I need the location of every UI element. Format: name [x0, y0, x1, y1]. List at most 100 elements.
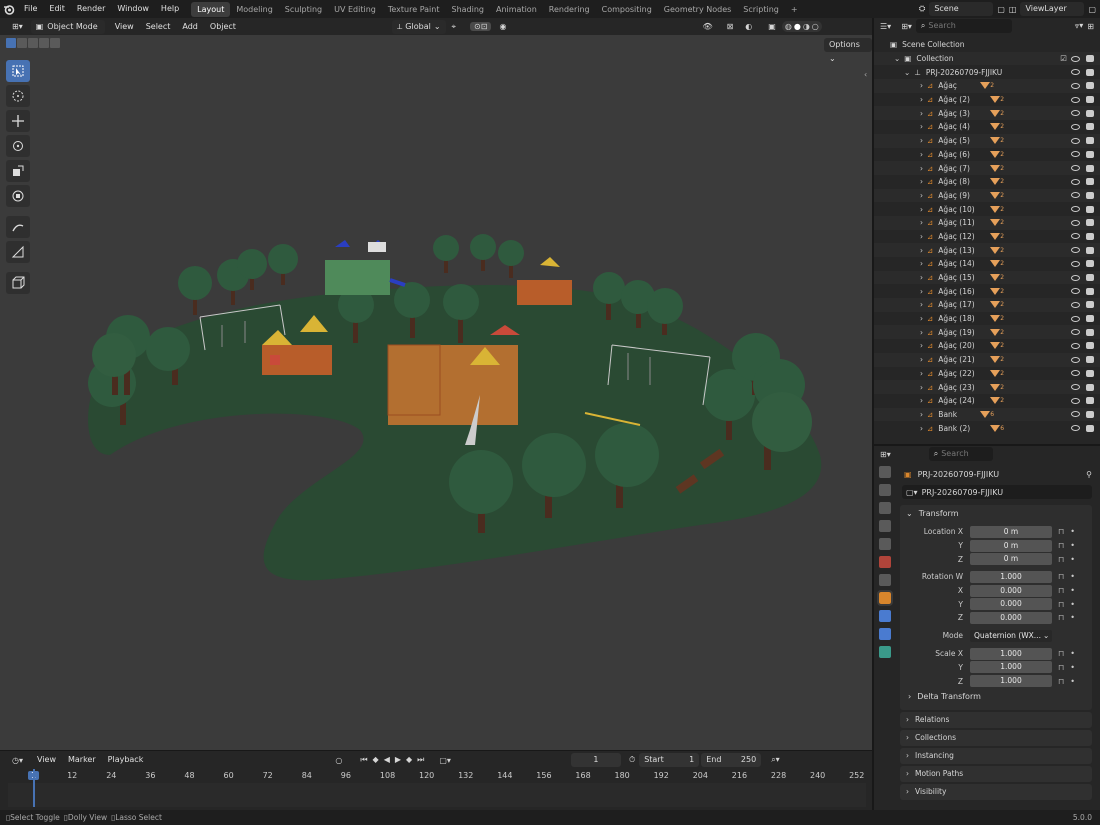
camera-icon[interactable]	[1086, 397, 1094, 405]
chevron-right-icon[interactable]: ›	[920, 164, 923, 173]
timeline-track[interactable]	[8, 769, 866, 807]
camera-icon[interactable]	[1086, 96, 1094, 104]
render-tab-icon[interactable]	[879, 484, 891, 496]
panel-collections[interactable]: › Collections	[900, 729, 1092, 746]
outliner-object-row[interactable]: › ⊿ Ağaç (3) 2	[874, 106, 1100, 121]
camera-icon[interactable]	[1086, 342, 1094, 350]
mesh-data-icon[interactable]: 2	[990, 383, 1004, 391]
next-keyframe-icon[interactable]: ◆	[406, 755, 413, 765]
properties-editor-icon[interactable]: ⊞▾	[880, 450, 891, 459]
keyframe-dot-icon[interactable]: •	[1070, 663, 1075, 672]
add-workspace-button[interactable]: +	[785, 2, 804, 17]
proportional-edit-icon[interactable]: ◉	[499, 22, 506, 31]
pivot-icon[interactable]: ⌖	[452, 22, 457, 32]
camera-icon[interactable]	[1086, 301, 1094, 309]
lock-icon[interactable]: ⊓	[1058, 677, 1064, 686]
eye-icon[interactable]	[1071, 411, 1080, 418]
eye-icon[interactable]	[1071, 329, 1080, 336]
viewport-menu-view[interactable]: View	[109, 18, 140, 36]
mesh-data-icon[interactable]: 2	[990, 328, 1004, 336]
outliner-object-row[interactable]: › ⊿ Ağaç (18) 2	[874, 312, 1100, 326]
number-field[interactable]: 0.000	[970, 584, 1052, 597]
view-layer-field[interactable]: ViewLayer	[1020, 2, 1085, 16]
tab-scripting[interactable]: Scripting	[737, 2, 785, 17]
visibility-icon[interactable]: 👁	[702, 22, 712, 31]
keyframe-dot-icon[interactable]: •	[1070, 572, 1075, 581]
outliner-object-row[interactable]: › ⊿ Ağaç (10) 2	[874, 202, 1100, 216]
lock-icon[interactable]: ⊓	[1058, 586, 1064, 595]
scene-new-icon[interactable]: ▢	[997, 5, 1005, 14]
eye-icon[interactable]	[1071, 137, 1080, 144]
panel-instancing[interactable]: › Instancing	[900, 747, 1092, 764]
camera-icon[interactable]	[1086, 55, 1094, 63]
rotation-mode-select[interactable]: Quaternion (WX... ⌄	[970, 629, 1052, 642]
keyframe-dot-icon[interactable]: •	[1070, 527, 1075, 536]
viewport-menu-object[interactable]: Object	[204, 18, 242, 36]
chevron-right-icon[interactable]: ›	[920, 109, 923, 118]
transform-header[interactable]: ⌄ Transform	[900, 505, 1092, 521]
camera-icon[interactable]	[1086, 232, 1094, 240]
project-row[interactable]: ⌄ ⊥ PRJ-20260709-FJJIKU	[874, 65, 1100, 79]
camera-icon[interactable]	[1086, 383, 1094, 391]
number-field[interactable]: 1.000	[970, 647, 1052, 660]
blender-logo-icon[interactable]	[0, 4, 18, 15]
eye-icon[interactable]	[1071, 192, 1080, 199]
camera-icon[interactable]	[1086, 369, 1094, 377]
mesh-data-icon[interactable]: 2	[990, 191, 1004, 199]
number-field[interactable]: 0 m	[970, 539, 1052, 552]
chevron-right-icon[interactable]: ›	[920, 218, 923, 227]
chevron-right-icon[interactable]: ›	[920, 424, 923, 433]
wireframe-shading-icon[interactable]: ◍	[785, 22, 792, 31]
outliner-object-row[interactable]: › ⊿ Ağaç (8) 2	[874, 175, 1100, 189]
eye-icon[interactable]	[1071, 342, 1080, 349]
panel-visibility[interactable]: › Visibility	[900, 783, 1092, 800]
editor-type-icon[interactable]: ⊞▾	[12, 22, 23, 31]
camera-icon[interactable]	[1086, 424, 1094, 432]
preview-range-icon[interactable]: ⏱	[629, 755, 635, 765]
panel-motion-paths[interactable]: › Motion Paths	[900, 765, 1092, 782]
tool-tab-icon[interactable]	[879, 466, 891, 478]
mesh-data-icon[interactable]: 2	[990, 260, 1004, 268]
tab-rendering[interactable]: Rendering	[543, 2, 596, 17]
menu-render[interactable]: Render	[71, 0, 111, 18]
chevron-right-icon[interactable]: ›	[920, 300, 923, 309]
mesh-data-icon[interactable]: 2	[990, 356, 1004, 364]
eye-icon[interactable]	[1071, 233, 1080, 240]
camera-icon[interactable]	[1086, 82, 1094, 90]
camera-icon[interactable]	[1086, 109, 1094, 117]
outliner-object-row[interactable]: › ⊿ Ağaç 2	[874, 79, 1100, 93]
keyframe-dot-icon[interactable]: •	[1070, 600, 1075, 609]
outliner-object-row[interactable]: › ⊿ Bank (2) 6	[874, 421, 1100, 435]
chevron-right-icon[interactable]: ›	[920, 259, 923, 268]
mesh-data-icon[interactable]: 2	[990, 274, 1004, 282]
outliner-object-row[interactable]: › ⊿ Ağaç (23) 2	[874, 380, 1100, 394]
outliner-object-row[interactable]: › ⊿ Ağaç (2) 2	[874, 93, 1100, 107]
camera-icon[interactable]	[1086, 164, 1094, 172]
outliner-object-row[interactable]: › ⊿ Ağaç (7) 2	[874, 161, 1100, 175]
eye-icon[interactable]	[1071, 69, 1080, 76]
mesh-data-icon[interactable]: 2	[990, 287, 1004, 295]
number-field[interactable]: 1.000	[970, 675, 1052, 688]
outliner-object-row[interactable]: › ⊿ Ağaç (20) 2	[874, 339, 1100, 353]
chevron-right-icon[interactable]: ›	[920, 95, 923, 104]
chevron-right-icon[interactable]: ›	[920, 287, 923, 296]
view-layer-icon[interactable]: ◫	[1009, 5, 1017, 14]
lock-icon[interactable]: ⊓	[1058, 600, 1064, 609]
eye-icon[interactable]	[1071, 82, 1080, 89]
viewport-menu-add[interactable]: Add	[176, 18, 204, 36]
camera-icon[interactable]	[1086, 219, 1094, 227]
outliner-object-row[interactable]: › ⊿ Ağaç (13) 2	[874, 243, 1100, 257]
camera-icon[interactable]	[1086, 123, 1094, 131]
camera-icon[interactable]	[1086, 68, 1094, 76]
outliner-object-row[interactable]: › ⊿ Ağaç (4) 2	[874, 120, 1100, 134]
outliner-object-row[interactable]: › ⊿ Ağaç (9) 2	[874, 188, 1100, 203]
chevron-right-icon[interactable]: ›	[920, 136, 923, 145]
mesh-data-icon[interactable]: 2	[990, 246, 1004, 254]
snap-icon[interactable]: ⊙⊡	[470, 22, 492, 31]
eye-icon[interactable]	[1071, 315, 1080, 322]
lock-icon[interactable]: ⊓	[1058, 541, 1064, 550]
solid-shading-icon[interactable]: ●	[794, 22, 801, 31]
number-field[interactable]: 1.000	[970, 661, 1052, 674]
tab-geometry-nodes[interactable]: Geometry Nodes	[658, 2, 737, 17]
jump-start-icon[interactable]: ⏮	[360, 755, 368, 765]
